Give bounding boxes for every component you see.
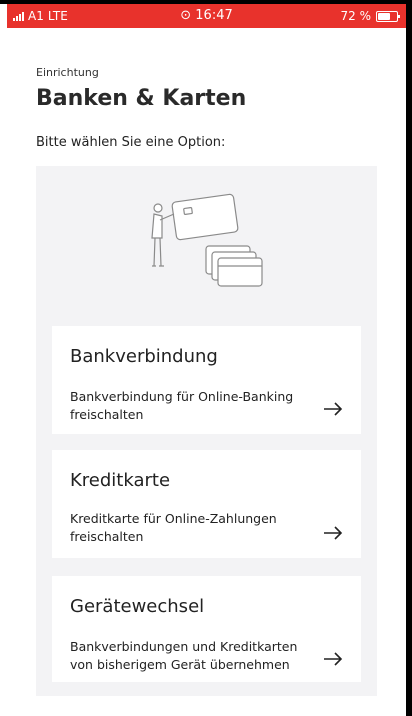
option-card-geraetewechsel[interactable]: Gerätewechsel Bankverbindungen und Kredi… (52, 576, 361, 682)
option-description-line: Bankverbindung für Online-Banking (70, 389, 294, 404)
person-holding-cards-illustration (151, 193, 263, 287)
status-right: 72 % (340, 9, 400, 23)
arrow-right-icon (323, 652, 343, 666)
option-card-kreditkarte[interactable]: Kreditkarte Kreditkarte für Online-Zahlu… (52, 450, 361, 558)
arrow-right-icon (323, 402, 343, 416)
screen-frame-right (406, 0, 412, 716)
option-title: Kreditkarte (70, 470, 171, 491)
status-bar: A1 LTE ⊙ 16:47 72 % (7, 4, 406, 28)
option-description: Bankverbindung für Online-Banking freisc… (70, 388, 310, 424)
page-subtitle: Bitte wählen Sie eine Option: (36, 135, 226, 150)
option-description-line: freischalten (70, 407, 144, 422)
options-panel: Bankverbindung Bankverbindung für Online… (36, 166, 377, 696)
battery-label: 72 % (340, 9, 372, 23)
battery-icon (376, 10, 400, 22)
option-card-bankverbindung[interactable]: Bankverbindung Bankverbindung für Online… (52, 326, 361, 434)
option-title: Gerätewechsel (70, 596, 205, 617)
time-label: 16:47 (195, 8, 233, 23)
option-title: Bankverbindung (70, 346, 218, 367)
option-description: Bankverbindungen und Kreditkarten von bi… (70, 638, 320, 674)
arrow-right-icon (323, 526, 343, 540)
option-description-line: freischalten (70, 529, 144, 544)
option-description-line: von bisherigem Gerät übernehmen (70, 657, 290, 672)
alarm-icon: ⊙ (180, 8, 192, 23)
option-description-line: Kreditkarte für Online-Zahlungen (70, 511, 277, 526)
page-title: Banken & Karten (36, 86, 247, 111)
option-description: Kreditkarte für Online-Zahlungen freisch… (70, 510, 310, 546)
section-eyebrow: Einrichtung (36, 66, 99, 79)
option-description-line: Bankverbindungen und Kreditkarten (70, 639, 298, 654)
